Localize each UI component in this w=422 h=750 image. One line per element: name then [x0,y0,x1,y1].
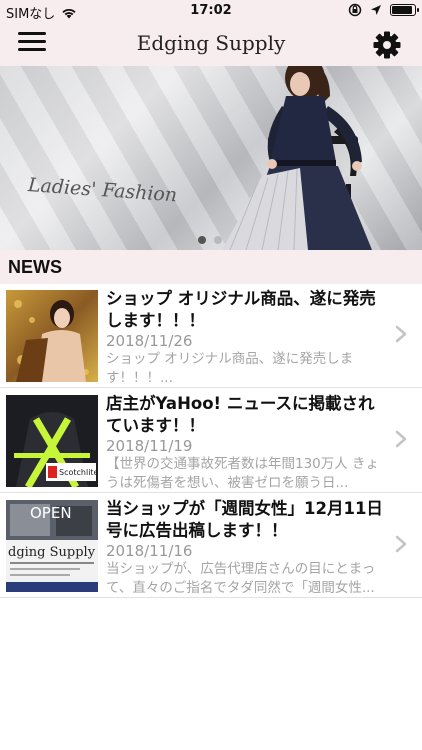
news-item-1[interactable]: ショップ オリジナル商品、遂に発売します！！！ 2018/11/26 ショップ … [0,284,422,388]
chevron-right-icon [395,535,407,553]
app-title: Edging Supply [136,31,286,55]
battery-fill [392,6,412,14]
news-item-title: ショップ オリジナル商品、遂に発売します！！！ [106,289,376,330]
thumbnail-brand-label: Scotchlite [59,468,98,477]
news-thumbnail-1 [6,290,98,382]
news-item-excerpt: 当ショップが、広告代理店さんの目にとまって、直々のご指名でタダ同然で「週間女性.… [106,561,376,596]
news-thumbnail-2: Scotchlite [6,395,98,487]
orientation-lock-icon [348,3,362,17]
news-heading: NEWS [8,257,62,277]
thumbnail-shop-name: dging Supply [8,545,96,560]
banner-model-image [222,66,372,250]
news-item-date: 2018/11/26 [106,332,193,350]
pagination-dot-2[interactable] [214,236,222,244]
carousel-pagination [198,236,222,244]
location-arrow-icon [371,5,381,15]
news-item-3[interactable]: OPEN dging Supply 当ショップが「週間女性」12月11日号に広告… [0,494,422,598]
chevron-right-icon [395,430,407,448]
news-thumbnail-3: OPEN dging Supply [6,500,98,592]
news-item-date: 2018/11/16 [106,542,193,560]
news-item-date: 2018/11/19 [106,437,193,455]
news-item-title: 当ショップが「週間女性」12月11日号に広告出稿します！！ [106,499,383,540]
battery-icon [390,4,419,16]
chevron-right-icon [395,325,407,343]
news-item-excerpt: 【世界の交通事故死者数は年間130万人 きょうは死傷者を想い、被害ゼロを願う日.… [106,456,380,491]
news-item-excerpt: ショップ オリジナル商品、遂に発売します！！！... [106,351,354,386]
news-item-title: 店主がYaHoo! ニュースに掲載されています！！ [106,394,375,435]
pagination-dot-1[interactable] [198,236,206,244]
thumbnail-open-label: OPEN [30,504,72,522]
nav-bar: Edging Supply [0,22,422,66]
status-bar: SIMなし 17:02 [0,0,422,22]
news-item-2[interactable]: Scotchlite 店主がYaHoo! ニュースに掲載されています！！ 201… [0,389,422,493]
news-section-header: NEWS [0,250,422,284]
gear-icon[interactable] [372,30,402,60]
banner-carousel[interactable]: Ladies' Fashion [0,66,422,250]
status-right [348,3,419,17]
